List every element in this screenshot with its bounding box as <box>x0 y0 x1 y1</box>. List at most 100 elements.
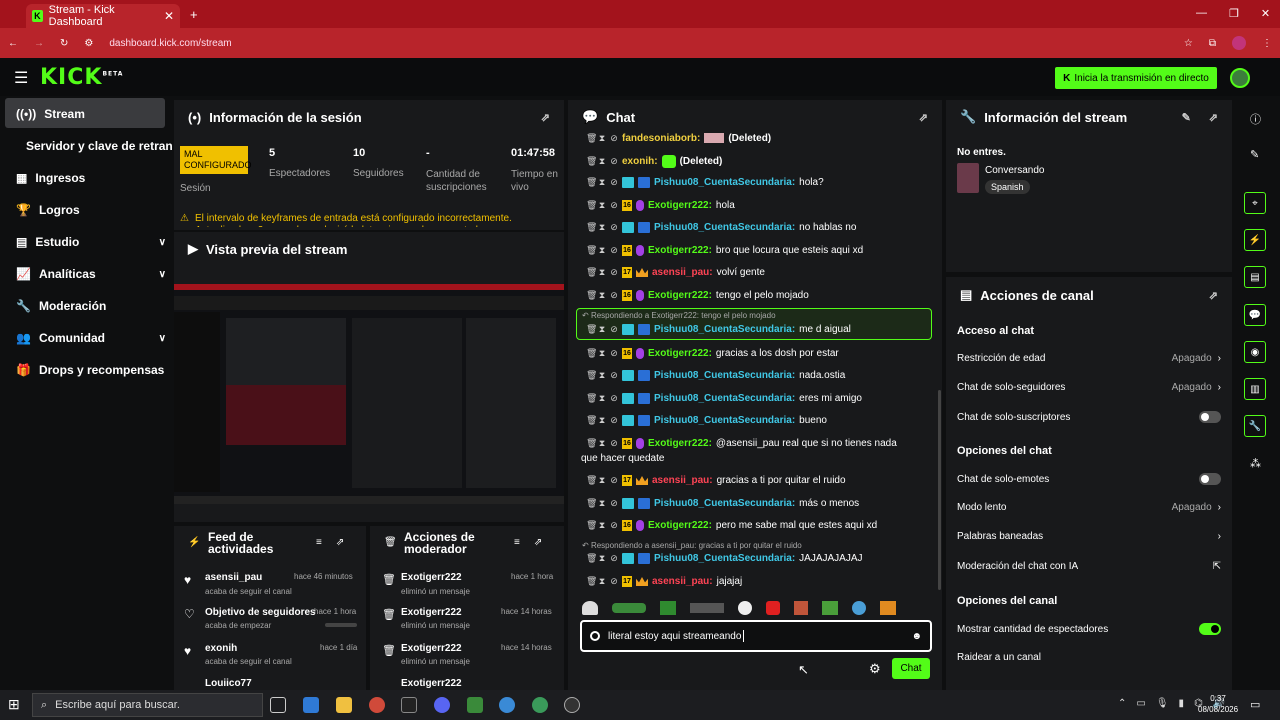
chat-message[interactable]: 🗑 ⧗ ⊘ Pishuu08_CuentaSecundaria: no hablas n… <box>586 222 856 233</box>
chat-message[interactable]: 🗑 ⧗ ⊘ exonih: (Deleted) <box>586 155 722 168</box>
meet-icon[interactable]: ▭ <box>1136 698 1145 709</box>
emote-green-icon[interactable] <box>822 601 838 615</box>
chat-message[interactable]: 🗑 ⧗ ⊘ 17 asensii_pau: jajajaj <box>586 576 742 587</box>
send-chat-button[interactable]: Chat <box>892 658 930 679</box>
popout-icon[interactable]: ⇗ <box>1209 289 1218 302</box>
kick-logo[interactable]: KICKBETA <box>40 65 123 90</box>
chat-rail-icon[interactable]: 💬 <box>1244 304 1266 326</box>
notes-icon[interactable]: ▤ <box>1244 266 1266 288</box>
emote-orange-icon[interactable] <box>880 601 896 615</box>
minecraft-icon[interactable] <box>467 697 483 713</box>
chat-message[interactable]: 🗑 ⧗ ⊘ 16 Exotigerr222: gracias a los dosh por… <box>586 348 839 359</box>
show-viewers-toggle[interactable] <box>1199 623 1221 635</box>
chat-message[interactable]: 🗑 ⧗ ⊘ 16 Exotigerr222: tengo el pelo mojado <box>586 290 809 301</box>
chat-message[interactable]: 🗑 ⧗ ⊘ Pishuu08_CuentaSecundaria: eres mi ami… <box>586 393 862 404</box>
emote-dark-icon[interactable] <box>690 603 724 613</box>
avatar[interactable] <box>1230 68 1250 88</box>
chat-message[interactable]: 🗑 ⧗ ⊘ Pishuu08_CuentaSecundaria: nada.ostia <box>586 370 845 381</box>
sidebar-item-stream[interactable]: ((•)) Stream <box>16 107 166 121</box>
close-tab-icon[interactable]: ✕ <box>164 9 174 23</box>
sidebar-item-drops[interactable]: 🎁 Drops y recompensas <box>16 363 166 377</box>
chat-message[interactable]: 🗑 ⧗ ⊘ Pishuu08_CuentaSecundaria: bueno <box>586 415 827 426</box>
emote-car-icon[interactable] <box>612 603 646 613</box>
reload-icon[interactable]: ↻ <box>60 38 68 49</box>
url-field[interactable]: dashboard.kick.com/stream <box>109 38 1168 49</box>
edit-icon[interactable]: ✎ <box>1250 148 1259 161</box>
sidebar-item-analiticas[interactable]: 📈 Analíticas ∨ <box>16 267 166 281</box>
sidebar-item-logros[interactable]: 🏆 Logros <box>16 203 166 217</box>
emote-ghost2-icon[interactable] <box>738 601 752 615</box>
close-window-icon[interactable]: ✕ <box>1261 7 1270 20</box>
chat-message[interactable]: 🗑 ⧗ ⊘ Pishuu08_CuentaSecundaria: más o menos <box>586 498 859 509</box>
tray-arrow-icon[interactable]: ⌃ <box>1118 698 1126 709</box>
emote-brown-icon[interactable] <box>794 601 808 615</box>
new-tab-icon[interactable]: + <box>190 7 198 22</box>
chrome-icon[interactable] <box>499 697 515 713</box>
battery-icon[interactable]: ▮ <box>1179 698 1185 709</box>
browser-tab[interactable]: K Stream - Kick Dashboard ✕ <box>26 4 180 28</box>
chat-message[interactable]: 🗑 ⧗ ⊘ fandesoniaborb: (Deleted) <box>586 132 771 144</box>
emote-frog-icon[interactable] <box>660 601 676 615</box>
chat-message[interactable]: 🗑 ⧗ ⊘ 16 Exotigerr222: hola <box>586 200 735 211</box>
emotes-only-toggle[interactable] <box>1199 473 1221 485</box>
epic-games-icon[interactable] <box>401 697 417 713</box>
discord-icon[interactable] <box>434 697 450 713</box>
apps-icon[interactable]: ⁂ <box>1250 457 1261 470</box>
raid-row[interactable]: Raidear a un canal <box>957 652 1221 663</box>
minimize-icon[interactable]: — <box>1196 7 1207 20</box>
layout-rail-icon[interactable]: ▥ <box>1244 378 1266 400</box>
popout-icon[interactable]: ⇗ <box>1209 111 1218 124</box>
filter-icon[interactable]: ≡ <box>316 537 322 548</box>
edit-pencil-icon[interactable]: ✎ <box>1182 111 1191 124</box>
site-info-icon[interactable]: ⚙ <box>84 38 93 49</box>
chat-message[interactable]: 🗑 ⧗ ⊘ Pishuu08_CuentaSecundaria: JAJAJAJAJAJ <box>586 553 863 564</box>
settings-gear-icon[interactable]: ⚙ <box>869 661 881 677</box>
popout-icon[interactable]: ⇗ <box>919 111 928 124</box>
age-restriction-row[interactable]: Restricción de edad Apagado › <box>957 353 1221 364</box>
store-icon[interactable] <box>303 697 319 713</box>
emote-globe-icon[interactable] <box>852 601 866 615</box>
restore-icon[interactable]: ❐ <box>1229 7 1239 20</box>
broadcast-rail-icon[interactable]: ◉ <box>1244 341 1266 363</box>
clip-icon[interactable]: ⌖ <box>1244 192 1266 214</box>
filter-icon[interactable]: ≡ <box>514 537 520 548</box>
back-icon[interactable]: ← <box>8 38 18 49</box>
chat-scrollbar[interactable] <box>938 390 941 590</box>
emote-ghost-icon[interactable] <box>582 601 598 615</box>
chat-message[interactable]: 🗑 ⧗ ⊘ 16 Exotigerr222: bro que locura que est… <box>586 245 863 256</box>
menu-icon[interactable]: ⋮ <box>1262 38 1272 49</box>
chat-message[interactable]: 🗑 ⧗ ⊘ 16 Exotigerr222: @asensii_pau real que … <box>586 438 897 449</box>
file-explorer-icon[interactable] <box>336 697 352 713</box>
chat-message[interactable]: 🗑 ⧗ ⊘ Pishuu08_CuentaSecundaria: me d aigual <box>586 324 851 335</box>
sidebar-item-estudio[interactable]: ▤ Estudio ∨ <box>16 235 166 249</box>
popout-icon[interactable]: ⇗ <box>336 537 344 548</box>
chat-message[interactable]: 🗑 ⧗ ⊘ 16 Exotigerr222: pero me sabe mal que e… <box>586 520 877 531</box>
mic-icon[interactable]: 🎙 <box>1156 698 1169 709</box>
profile-icon[interactable] <box>1232 36 1246 50</box>
chrome-red-icon[interactable] <box>369 697 385 713</box>
forward-icon[interactable]: → <box>34 38 44 49</box>
obs-icon[interactable] <box>564 697 580 713</box>
sidebar-item-server-key[interactable]: Servidor y clave de retransmisión <box>26 139 172 153</box>
info-icon[interactable]: ⓘ <box>1250 111 1261 127</box>
sidebar-item-ingresos[interactable]: ▦ Ingresos <box>16 171 166 185</box>
clock[interactable]: 0:37 08/08/2026 <box>1198 693 1238 715</box>
followers-only-row[interactable]: Chat de solo-seguidores Apagado › <box>957 382 1221 393</box>
emoji-icon[interactable]: ☻ <box>911 631 922 642</box>
go-live-button[interactable]: K Inicia la transmisión en directo <box>1055 67 1217 89</box>
banned-words-row[interactable]: Palabras baneadas › <box>957 531 1221 542</box>
hamburger-menu-icon[interactable]: ☰ <box>14 68 28 88</box>
sidebar-item-moderacion[interactable]: 🔧 Moderación <box>16 299 166 313</box>
windows-start-icon[interactable]: ⊞ <box>8 696 20 713</box>
popout-icon[interactable]: ⇗ <box>541 111 550 124</box>
chrome-profile-icon[interactable] <box>532 697 548 713</box>
chat-message[interactable]: 🗑 ⧗ ⊘ 17 asensii_pau: volví gente <box>586 267 765 278</box>
slow-mode-row[interactable]: Modo lento Apagado › <box>957 502 1221 513</box>
extensions-icon[interactable]: ⧉ <box>1209 38 1216 49</box>
wrench-rail-icon[interactable]: 🔧 <box>1244 415 1266 437</box>
taskbar-search[interactable]: ⌕ Escribe aquí para buscar. <box>32 693 263 717</box>
popout-icon[interactable]: ⇗ <box>534 537 542 548</box>
chat-message[interactable]: 🗑 ⧗ ⊘ Pishuu08_CuentaSecundaria: hola? <box>586 177 824 188</box>
ai-moderation-row[interactable]: Moderación del chat con IA ⇱ <box>957 561 1221 572</box>
task-view-icon[interactable] <box>270 697 286 713</box>
